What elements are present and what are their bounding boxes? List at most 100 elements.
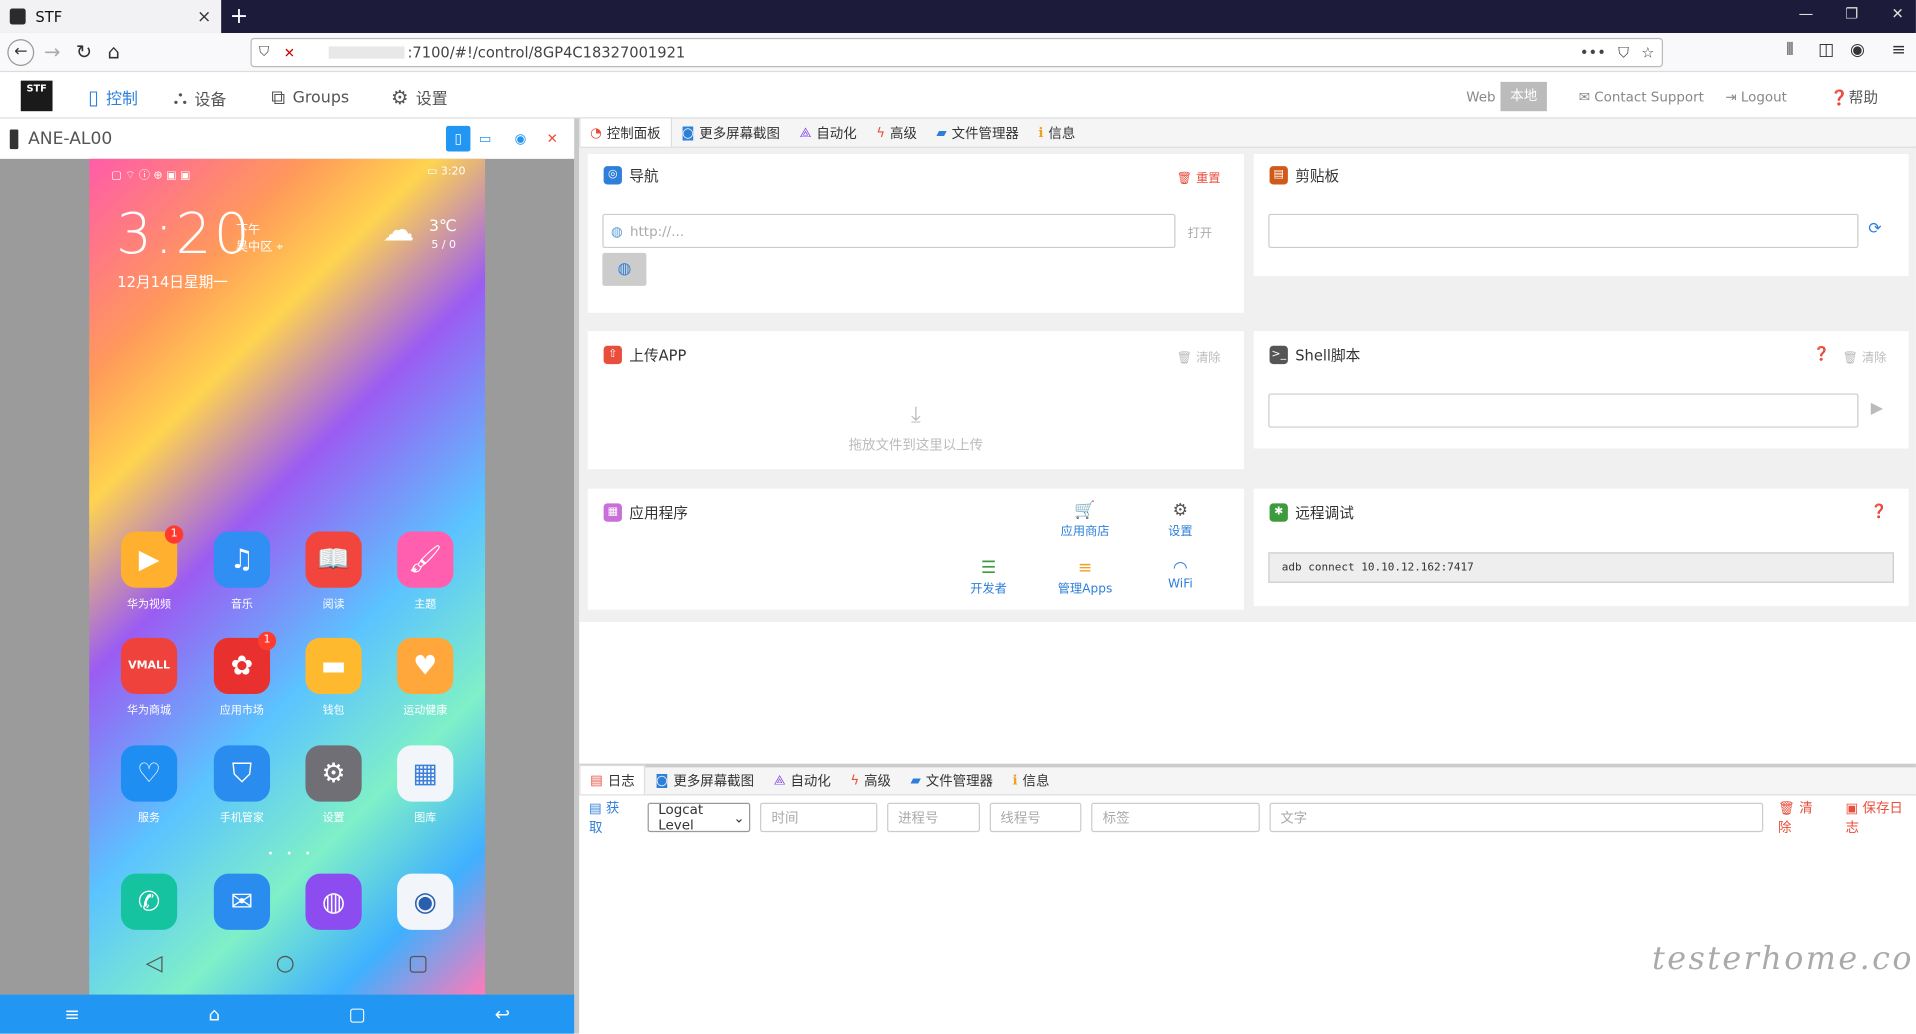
app-icon[interactable]: ▬ 钱包 [304, 637, 363, 717]
portrait-button[interactable]: ▯ [445, 125, 471, 152]
save-log-button[interactable]: ▣ 保存日志 [1846, 798, 1916, 837]
device-screen[interactable]: ▢ ⌔ ⓘ ⊕ ▣ ▣ ▭ 3:20 3:20 下午 吴中区 ⌖ 12月14日星… [89, 158, 486, 995]
control-tab-0[interactable]: ◔ 控制面板 [579, 117, 672, 147]
dock-app-icon[interactable]: ✉ [213, 873, 272, 930]
logcat-level-select[interactable]: Logcat Level ⌄ [647, 802, 751, 833]
recents-square-icon[interactable]: ▢ [408, 951, 429, 977]
time-filter[interactable]: 时间 [760, 802, 878, 833]
app-glyph-icon: ▶ 1 [120, 525, 184, 588]
control-tab-3[interactable]: ϟ 高级 [866, 119, 926, 147]
developer-button[interactable]: ☰ 开发者 [958, 558, 1019, 596]
upload-clear-button[interactable]: 🗑 清除 [1177, 347, 1221, 365]
app-icon[interactable]: 🖌 主题 [396, 531, 455, 611]
menu-groups[interactable]: ⧉ Groups [271, 86, 349, 110]
close-tab-icon[interactable]: × [197, 7, 211, 27]
help-question-icon[interactable]: ❓ [1871, 503, 1888, 519]
close-window-icon[interactable]: ✕ [1892, 5, 1904, 22]
stf-logo[interactable]: STF [20, 80, 53, 112]
app-icon[interactable]: ♡ 服务 [120, 745, 179, 825]
url-input[interactable]: ◍ http://... [602, 213, 1176, 249]
clipboard-input[interactable] [1268, 213, 1859, 249]
text-filter[interactable]: 文字 [1269, 802, 1764, 833]
dock-app-icon[interactable]: ◍ [304, 873, 363, 930]
home-circle-icon[interactable]: ○ [276, 951, 295, 977]
app-icon[interactable]: ⛉ 手机管家 [213, 745, 272, 825]
hamburger-menu-icon[interactable]: ≡ [1892, 40, 1906, 60]
new-tab-button[interactable]: + [230, 4, 248, 30]
forward-icon[interactable]: → [44, 40, 60, 63]
url-bar[interactable]: ⛉ ✕ :7100/#!/control/8GP4C18327001921 ••… [250, 37, 1664, 68]
menu-devices[interactable]: ⛬ 设备 [174, 86, 227, 110]
reload-icon[interactable]: ↻ [76, 40, 92, 63]
log-tab-1[interactable]: ◙ 更多屏幕截图 [646, 766, 764, 794]
home-icon[interactable]: ⌂ [108, 40, 120, 63]
help-question-icon[interactable]: ❓ [1813, 346, 1830, 362]
home-icon[interactable]: ⌂ [208, 1003, 220, 1025]
compass-icon: ◎ [603, 166, 622, 185]
wifi-button[interactable]: ◠ WiFi [1150, 558, 1211, 591]
back-arrow-icon[interactable]: ↩ [495, 1003, 510, 1025]
tag-filter[interactable]: 标签 [1091, 802, 1260, 833]
account-icon[interactable]: ◉ [1850, 40, 1865, 60]
square-icon[interactable]: ▢ [349, 1003, 366, 1025]
app-store-button[interactable]: 🛒 应用商店 [1054, 501, 1115, 539]
control-tab-4[interactable]: ▰ 文件管理器 [927, 119, 1029, 147]
menu-icon[interactable]: ≡ [64, 1003, 79, 1025]
dock-app-icon[interactable]: ✆ [120, 873, 179, 930]
app-icon[interactable]: ▦ 图库 [396, 745, 455, 825]
log-tab-0[interactable]: ▤ 日志 [579, 764, 646, 795]
control-tab-2[interactable]: ⟁ 自动化 [790, 119, 867, 147]
control-tab-1[interactable]: ◙ 更多屏幕截图 [672, 119, 790, 147]
back-triangle-icon[interactable]: ◁ [146, 951, 163, 977]
help-link[interactable]: ❓帮助 [1830, 87, 1878, 108]
shell-clear-button[interactable]: 🗑 清除 [1843, 347, 1887, 365]
bookmark-star-icon[interactable]: ☆ [1641, 44, 1654, 61]
app-icon[interactable]: ♥ 运动健康 [396, 637, 455, 717]
app-icon[interactable]: ⚙ 设置 [304, 745, 363, 825]
local-toggle[interactable]: 本地 [1500, 81, 1547, 112]
landscape-button[interactable]: ▭ [473, 126, 497, 152]
browser-tab[interactable]: STF × [0, 0, 222, 33]
app-icon[interactable]: ✿ 1 应用市场 [213, 631, 277, 717]
app-icon[interactable]: VMALL 华为商城 [120, 637, 179, 717]
control-tab-5[interactable]: ℹ 信息 [1029, 119, 1085, 147]
app-icon[interactable]: ▶ 1 华为视频 [120, 525, 184, 611]
shell-input[interactable] [1268, 393, 1859, 428]
open-button[interactable]: 打开 [1188, 222, 1212, 240]
menu-control[interactable]: ▯ 控制 [88, 86, 138, 109]
log-tab-4[interactable]: ▰ 文件管理器 [901, 766, 1003, 794]
page-actions-icon[interactable]: ••• [1580, 44, 1606, 61]
play-icon[interactable]: ▶ [1871, 400, 1883, 418]
weather-widget[interactable]: ☁ 3℃ 5 / 0 [382, 213, 456, 252]
upload-dropzone[interactable]: 拖放文件到这里以上传 [588, 435, 1244, 455]
browser-globe-button[interactable]: ◍ [602, 252, 647, 286]
web-toggle[interactable]: Web [1466, 89, 1495, 105]
log-tab-3[interactable]: ϟ 高级 [841, 766, 901, 794]
settings-button[interactable]: ⚙ 设置 [1150, 501, 1211, 539]
minimize-icon[interactable]: — [1799, 5, 1814, 22]
manage-apps-button[interactable]: ≡ 管理Apps [1054, 558, 1115, 596]
contact-support-link[interactable]: ✉ Contact Support [1579, 89, 1704, 105]
app-icon[interactable]: 📖 阅读 [304, 531, 363, 611]
log-tab-5[interactable]: ℹ 信息 [1003, 766, 1059, 794]
reset-button[interactable]: 🗑 重置 [1177, 167, 1221, 185]
close-device-icon[interactable]: ✕ [540, 126, 564, 152]
restore-icon[interactable]: ❐ [1845, 5, 1858, 22]
pid-filter[interactable]: 进程号 [887, 802, 980, 833]
back-icon[interactable]: ← [7, 39, 35, 66]
log-clear-button[interactable]: 🗑 清除 [1778, 798, 1826, 837]
sidebar-icon[interactable]: ◫ [1818, 40, 1834, 60]
dock-app-icon[interactable]: ◉ [396, 873, 455, 930]
app-icon[interactable]: ♫ 音乐 [213, 531, 272, 611]
menu-settings[interactable]: ⚙ 设置 [391, 86, 448, 109]
fetch-button[interactable]: ▤ 获取 [589, 798, 633, 837]
tid-filter[interactable]: 线程号 [989, 802, 1082, 833]
adb-command[interactable]: adb connect 10.10.12.162:7417 [1268, 552, 1894, 583]
library-icon[interactable]: ⫴ [1786, 40, 1793, 60]
logout-link[interactable]: ⇥ Logout [1725, 89, 1787, 105]
pocket-icon[interactable]: ⛉ [1618, 43, 1629, 61]
app-glyph-icon: 📖 [305, 531, 362, 588]
log-tab-2[interactable]: ⟁ 自动化 [764, 766, 841, 794]
eye-icon[interactable]: ◉ [508, 126, 532, 152]
refresh-icon[interactable]: ⟳ [1868, 220, 1881, 238]
